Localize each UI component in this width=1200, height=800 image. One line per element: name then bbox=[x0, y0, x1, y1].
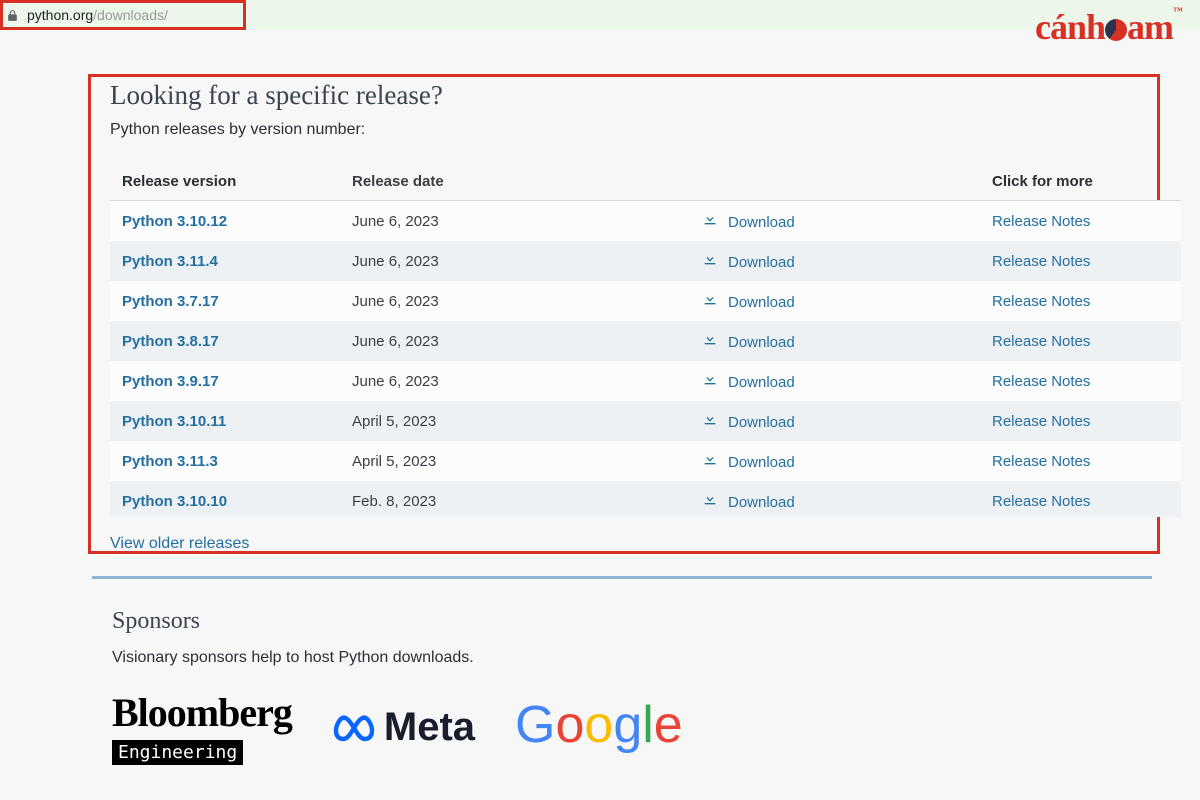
download-icon bbox=[702, 451, 718, 471]
download-link[interactable]: Download bbox=[728, 294, 795, 311]
table-row: Python 3.7.17 June 6, 2023 Download Release… bbox=[110, 281, 1181, 321]
sponsor-meta[interactable]: Meta bbox=[332, 705, 475, 750]
header-version: Release version bbox=[122, 173, 352, 190]
download-icon bbox=[702, 331, 718, 351]
table-row: Python 3.11.3 April 5, 2023 Download Releas… bbox=[110, 441, 1181, 481]
release-version-link[interactable]: Python 3.10.12 bbox=[122, 213, 227, 230]
table-row: Python 3.8.17 June 6, 2023 Download Release… bbox=[110, 321, 1181, 361]
download-icon bbox=[702, 371, 718, 391]
release-version-link[interactable]: Python 3.11.4 bbox=[122, 253, 218, 270]
meta-icon bbox=[332, 713, 376, 743]
table-body: Python 3.10.12 June 6, 2023 Download Releas… bbox=[110, 201, 1181, 517]
download-link[interactable]: Download bbox=[728, 454, 795, 471]
google-g: G bbox=[515, 696, 555, 754]
google-g2: g bbox=[613, 696, 642, 754]
sponsors-subtitle: Visionary sponsors help to host Python d… bbox=[112, 649, 1112, 667]
bloomberg-logo-text: Bloomberg bbox=[112, 689, 292, 736]
section-divider bbox=[92, 576, 1152, 579]
release-date: June 6, 2023 bbox=[352, 253, 702, 270]
sponsor-google[interactable]: Google bbox=[515, 695, 683, 755]
release-notes-link[interactable]: Release Notes bbox=[992, 333, 1090, 350]
release-date: Feb. 8, 2023 bbox=[352, 493, 702, 510]
watermark-logo: cánham™ bbox=[1035, 6, 1182, 48]
release-version-link[interactable]: Python 3.8.17 bbox=[122, 333, 219, 350]
release-date: June 6, 2023 bbox=[352, 373, 702, 390]
release-date: April 5, 2023 bbox=[352, 413, 702, 430]
view-older-releases-link[interactable]: View older releases bbox=[110, 535, 1140, 553]
download-icon bbox=[702, 411, 718, 431]
download-link[interactable]: Download bbox=[728, 214, 795, 231]
sponsors-section: Sponsors Visionary sponsors help to host… bbox=[112, 608, 1112, 765]
releases-section: Looking for a specific release? Python r… bbox=[110, 80, 1140, 553]
download-link[interactable]: Download bbox=[728, 374, 795, 391]
release-version-link[interactable]: Python 3.11.3 bbox=[122, 453, 218, 470]
download-icon bbox=[702, 491, 718, 511]
browser-url-bar[interactable]: python.org/downloads/ bbox=[0, 0, 1200, 30]
download-icon bbox=[702, 291, 718, 311]
google-o2: o bbox=[584, 696, 613, 754]
release-date: June 6, 2023 bbox=[352, 333, 702, 350]
download-link[interactable]: Download bbox=[728, 334, 795, 351]
url-path: /downloads/ bbox=[93, 7, 168, 23]
table-row: Python 3.9.17 June 6, 2023 Download Release… bbox=[110, 361, 1181, 401]
download-icon bbox=[702, 251, 718, 271]
google-o1: o bbox=[555, 696, 584, 754]
release-date: June 6, 2023 bbox=[352, 293, 702, 310]
release-notes-link[interactable]: Release Notes bbox=[992, 253, 1090, 270]
google-e: e bbox=[654, 696, 683, 754]
bloomberg-logo-sub: Engineering bbox=[112, 740, 243, 765]
watermark-text-b: am bbox=[1127, 7, 1173, 47]
table-header-row: Release version Release date Click for m… bbox=[110, 167, 1181, 201]
section-title: Looking for a specific release? bbox=[110, 80, 1140, 111]
download-icon bbox=[702, 211, 718, 231]
release-version-link[interactable]: Python 3.10.11 bbox=[122, 413, 226, 430]
release-notes-link[interactable]: Release Notes bbox=[992, 453, 1090, 470]
watermark-tm: ™ bbox=[1173, 6, 1182, 17]
lock-icon bbox=[6, 9, 19, 22]
release-notes-link[interactable]: Release Notes bbox=[992, 413, 1090, 430]
sponsor-bloomberg[interactable]: Bloomberg Engineering bbox=[112, 689, 292, 765]
release-version-link[interactable]: Python 3.7.17 bbox=[122, 293, 219, 310]
table-row: Python 3.10.10 Feb. 8, 2023 Download Releas… bbox=[110, 481, 1181, 517]
sponsors-title: Sponsors bbox=[112, 608, 1112, 635]
releases-table: Release version Release date Click for m… bbox=[110, 167, 1181, 517]
table-row: Python 3.10.12 June 6, 2023 Download Releas… bbox=[110, 201, 1181, 241]
release-notes-link[interactable]: Release Notes bbox=[992, 293, 1090, 310]
leaf-icon bbox=[1105, 19, 1127, 41]
release-version-link[interactable]: Python 3.10.10 bbox=[122, 493, 227, 510]
release-version-link[interactable]: Python 3.9.17 bbox=[122, 373, 219, 390]
sponsor-logos-row: Bloomberg Engineering Meta Google bbox=[112, 689, 1112, 765]
table-row: Python 3.10.11 April 5, 2023 Download Relea… bbox=[110, 401, 1181, 441]
google-l: l bbox=[642, 696, 654, 754]
download-link[interactable]: Download bbox=[728, 494, 795, 511]
header-notes: Click for more bbox=[992, 173, 1169, 190]
header-date: Release date bbox=[352, 173, 702, 190]
release-notes-link[interactable]: Release Notes bbox=[992, 213, 1090, 230]
download-link[interactable]: Download bbox=[728, 414, 795, 431]
release-notes-link[interactable]: Release Notes bbox=[992, 373, 1090, 390]
watermark-text-a: cánh bbox=[1035, 7, 1105, 47]
release-date: April 5, 2023 bbox=[352, 453, 702, 470]
release-date: June 6, 2023 bbox=[352, 213, 702, 230]
download-link[interactable]: Download bbox=[728, 254, 795, 271]
table-row: Python 3.11.4 June 6, 2023 Download Release… bbox=[110, 241, 1181, 281]
section-subtitle: Python releases by version number: bbox=[110, 121, 1140, 139]
release-notes-link[interactable]: Release Notes bbox=[992, 493, 1090, 510]
meta-logo-text: Meta bbox=[384, 705, 475, 750]
url-domain: python.org bbox=[27, 7, 93, 23]
